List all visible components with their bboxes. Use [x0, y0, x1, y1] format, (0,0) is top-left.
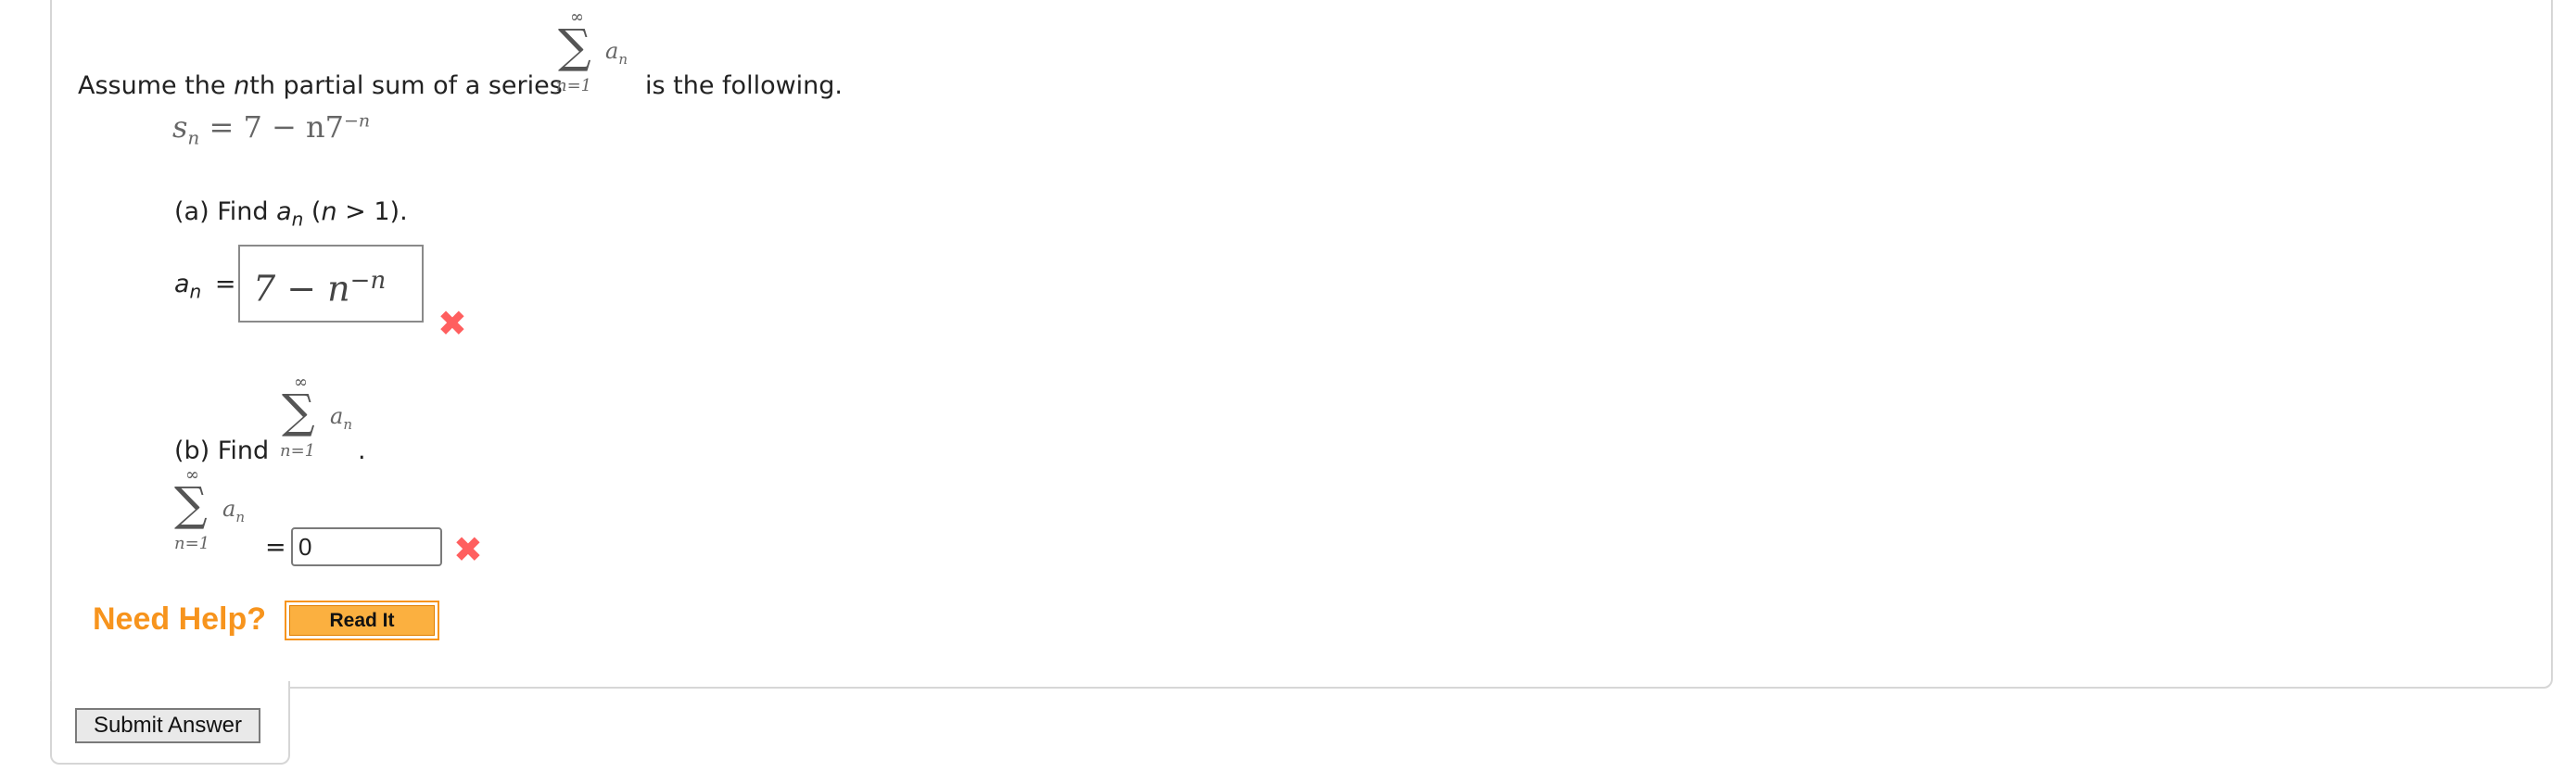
- partial-sum-formula: sn = 7 − n7−n: [172, 109, 371, 149]
- part-b-prompt: (b) Find: [174, 437, 270, 465]
- part-a-prompt: (a) Find an (n > 1).: [174, 197, 408, 231]
- incorrect-x-icon: ✖: [438, 303, 467, 344]
- sigma-icon: ∑: [282, 385, 315, 438]
- question-intro-suffix: is the following.: [645, 71, 844, 100]
- submit-answer-button[interactable]: Submit Answer: [75, 708, 260, 743]
- sigma-icon: ∑: [174, 477, 208, 531]
- part-b-answer-sum-notation: ∞ ∑ an n=1: [174, 465, 245, 553]
- question-intro: Assume the nth partial sum of a series: [78, 71, 563, 100]
- part-a-answer-label: an =: [174, 270, 236, 303]
- part-b-sum-notation: ∞ ∑ an n=1: [280, 373, 352, 461]
- part-b-period: .: [358, 437, 366, 465]
- incorrect-x-icon: ✖: [453, 529, 483, 570]
- sigma-icon: ∑: [558, 19, 591, 73]
- question-panel: [50, 0, 2553, 689]
- need-help-label: Need Help?: [93, 601, 267, 637]
- part-b-equals: =: [265, 533, 286, 562]
- part-b-answer-input[interactable]: [291, 527, 442, 566]
- read-it-button[interactable]: Read It: [285, 601, 439, 640]
- series-sum-notation: ∞ ∑ an n=1: [556, 7, 628, 95]
- part-a-answer-box[interactable]: 7 − n−n: [238, 245, 424, 323]
